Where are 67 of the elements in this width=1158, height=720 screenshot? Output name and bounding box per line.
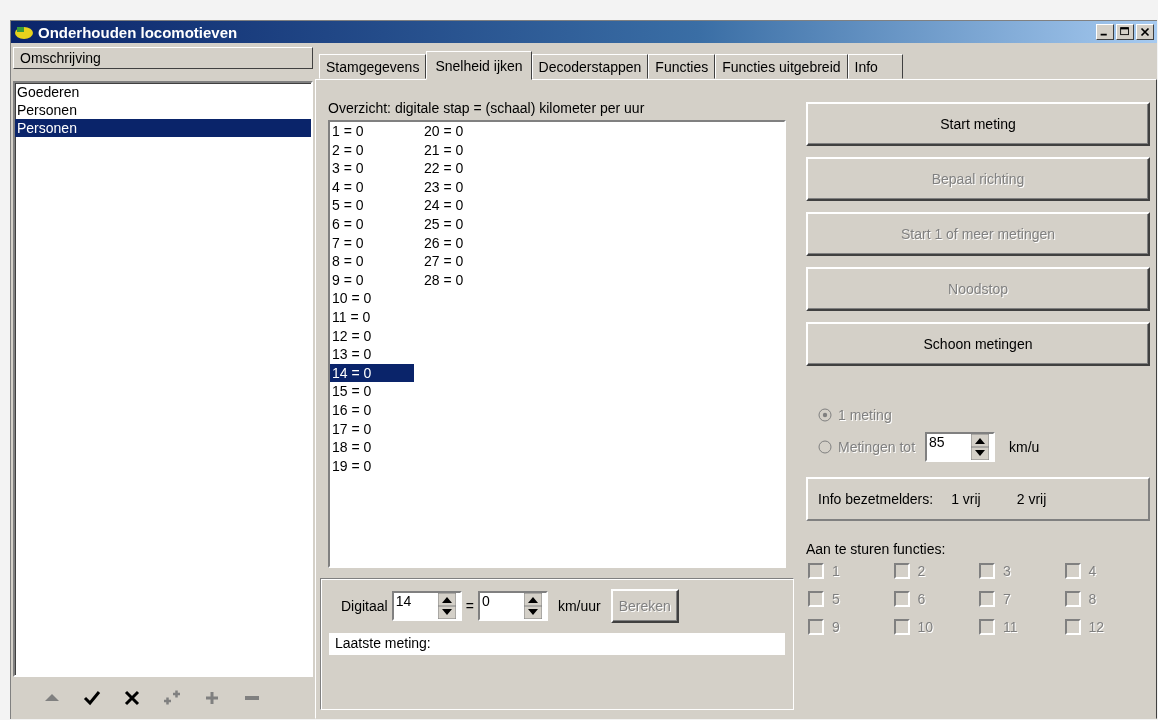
list-item[interactable]: 24 = 0 xyxy=(422,196,506,215)
checkbox-label: 9 xyxy=(832,619,840,635)
overview-label: Overzicht: digitale stap = (schaal) kilometer per uur xyxy=(327,99,646,118)
list-item[interactable]: 21 = 0 xyxy=(422,140,506,160)
detector-status: 2 vrij xyxy=(1016,491,1047,507)
radio-label: 1 meting xyxy=(838,407,892,423)
checkbox-label: 11 xyxy=(1003,619,1018,635)
radio-label: Metingen tot xyxy=(838,439,916,455)
list-item[interactable]: 6 = 0 xyxy=(330,214,414,234)
info-label: Info bezetmelders: xyxy=(818,491,934,507)
list-item[interactable]: 22 = 0 xyxy=(422,159,506,178)
list-item[interactable]: 19 = 0 xyxy=(330,456,414,476)
tab[interactable]: Functies xyxy=(648,54,716,79)
tab[interactable]: Decoderstappen xyxy=(531,54,649,79)
step-field[interactable]: 14 xyxy=(391,591,462,621)
functions-label: Aan te sturen functies: xyxy=(806,541,947,557)
checkbox-label: 6 xyxy=(917,591,926,607)
checkbox-label: 5 xyxy=(832,591,840,607)
list-item[interactable]: 11 = 0 xyxy=(330,307,414,327)
checkbox-label: 8 xyxy=(1088,591,1097,607)
list-item[interactable]: 9 = 0 xyxy=(330,270,414,290)
checkbox-label: 12 xyxy=(1088,619,1105,635)
detector-status: 1 vrij xyxy=(951,491,981,507)
list-item[interactable]: Personen xyxy=(15,119,311,137)
list-item[interactable]: 15 = 0 xyxy=(330,382,414,401)
checkbox-label: 4 xyxy=(1088,563,1097,579)
checkbox-label: 1 xyxy=(832,563,840,579)
list-item[interactable]: 13 = 0 xyxy=(330,345,414,364)
last-measurement-field: Laatste meting: xyxy=(329,633,785,655)
list-item[interactable]: 3 = 0 xyxy=(330,159,414,178)
list-item[interactable]: 25 = 0 xyxy=(422,214,506,234)
list-item[interactable]: 4 = 0 xyxy=(330,177,414,197)
list-item[interactable]: 10 = 0 xyxy=(330,289,414,308)
list-item[interactable]: 16 = 0 xyxy=(330,400,414,420)
column-header[interactable]: Omschrijving xyxy=(13,47,313,69)
tab[interactable]: Stamgegevens xyxy=(319,54,427,79)
list-item[interactable]: 12 = 0 xyxy=(330,326,414,346)
list-item[interactable]: 28 = 0 xyxy=(422,270,506,290)
list-item[interactable]: Goederen xyxy=(15,83,311,101)
list-item[interactable]: 1 = 0 xyxy=(330,122,414,141)
checkbox-label: 3 xyxy=(1003,563,1011,579)
checkbox-label: 2 xyxy=(917,563,926,579)
list-item[interactable]: 14 = 0 xyxy=(330,363,414,383)
list-item[interactable]: 18 = 0 xyxy=(330,438,414,457)
checkbox-label: 7 xyxy=(1003,591,1011,607)
list-item[interactable]: 2 = 0 xyxy=(330,140,414,160)
window-title: Onderhouden locomotieven xyxy=(38,23,238,41)
list-item[interactable]: 23 = 0 xyxy=(422,177,506,197)
unit-label: km/uur xyxy=(557,598,601,614)
tab[interactable]: Info xyxy=(847,54,903,79)
list-item[interactable]: 5 = 0 xyxy=(330,196,414,215)
list-item[interactable]: 17 = 0 xyxy=(330,419,414,439)
action-button[interactable]: Start meting xyxy=(806,102,1150,146)
equals-label: = xyxy=(465,598,474,614)
list-item[interactable]: 26 = 0 xyxy=(422,233,506,253)
list-item[interactable]: Personen xyxy=(15,101,311,119)
list-item[interactable]: 27 = 0 xyxy=(422,252,506,271)
list-item[interactable]: 20 = 0 xyxy=(422,122,506,141)
tab[interactable]: Functies uitgebreid xyxy=(715,54,848,79)
list-item[interactable]: 7 = 0 xyxy=(330,233,414,253)
digital-label: Digitaal xyxy=(341,598,388,614)
speed-field[interactable]: 0 xyxy=(477,591,548,621)
action-button[interactable]: Schoon metingen xyxy=(806,322,1150,366)
unit-label: km/u xyxy=(1009,439,1040,455)
tab[interactable]: Snelheid ijken xyxy=(426,51,532,80)
checkbox-label: 10 xyxy=(917,619,934,635)
list-item[interactable]: 8 = 0 xyxy=(330,252,414,271)
